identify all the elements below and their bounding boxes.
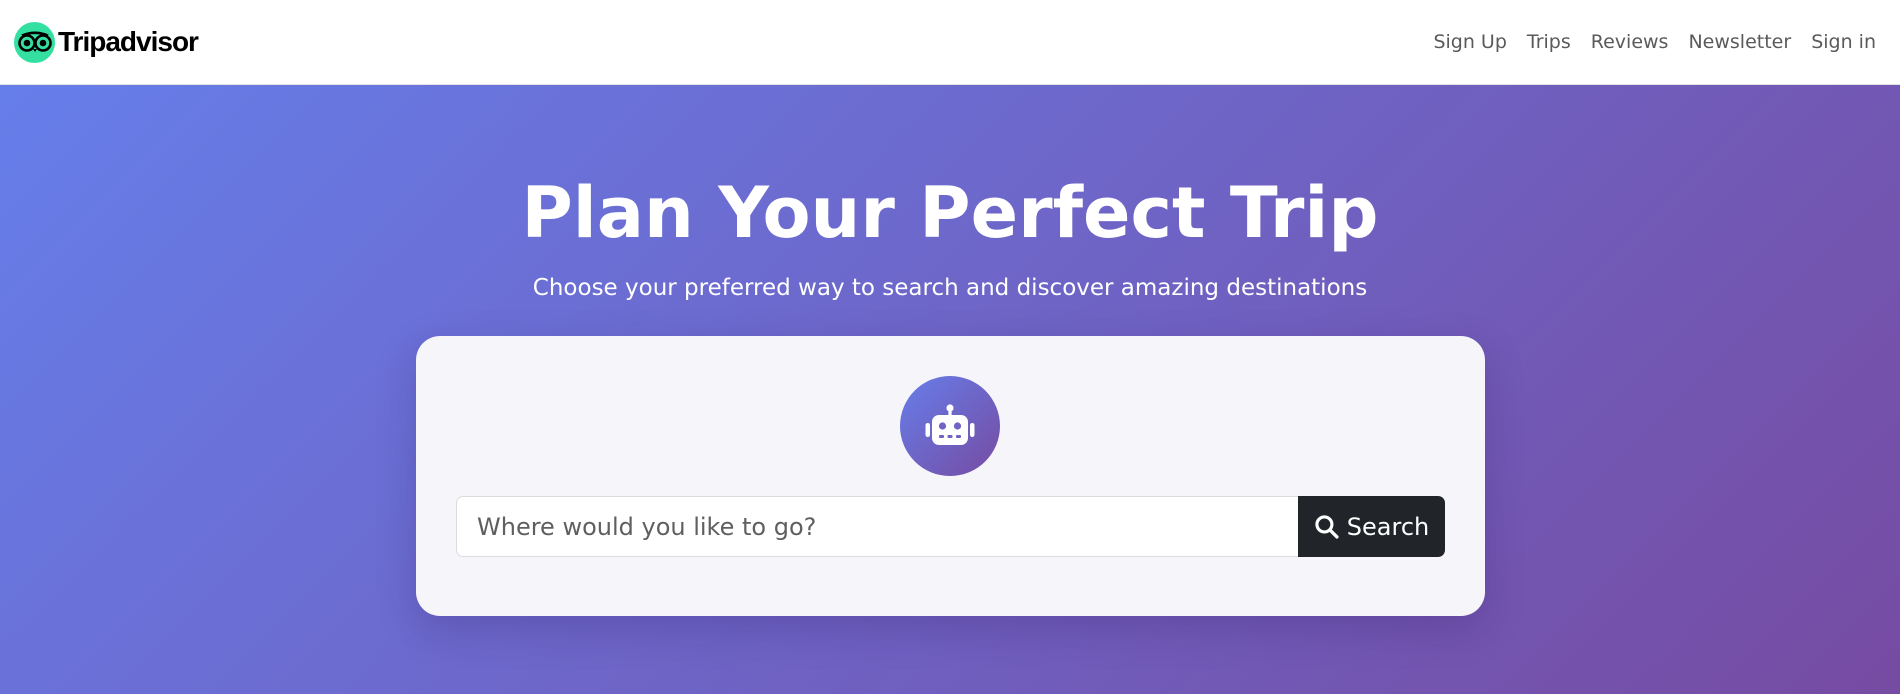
nav-links: Sign Up Trips Reviews Newsletter Sign in xyxy=(1433,31,1876,53)
search-icon xyxy=(1314,514,1339,539)
hero-section: Plan Your Perfect Trip Choose your prefe… xyxy=(0,85,1900,694)
search-button-label: Search xyxy=(1346,512,1430,541)
hero-title: Plan Your Perfect Trip xyxy=(521,172,1379,254)
search-input[interactable] xyxy=(456,496,1298,557)
nav-link-sign-up[interactable]: Sign Up xyxy=(1433,31,1506,53)
nav-link-reviews[interactable]: Reviews xyxy=(1591,31,1669,53)
hero-subtitle: Choose your preferred way to search and … xyxy=(532,275,1368,301)
nav-link-newsletter[interactable]: Newsletter xyxy=(1688,31,1791,53)
search-card: Search xyxy=(416,336,1485,616)
search-button[interactable]: Search xyxy=(1298,496,1445,557)
nav-link-trips[interactable]: Trips xyxy=(1527,31,1571,53)
nav-link-sign-in[interactable]: Sign in xyxy=(1811,31,1876,53)
top-navbar: Tripadvisor Sign Up Trips Reviews Newsle… xyxy=(0,0,1900,85)
brand-name: Tripadvisor xyxy=(58,26,199,57)
owl-eyes-icon xyxy=(14,21,55,63)
brand-link[interactable]: Tripadvisor xyxy=(14,21,199,63)
search-form: Search xyxy=(456,496,1445,557)
robot-icon xyxy=(900,376,1000,476)
